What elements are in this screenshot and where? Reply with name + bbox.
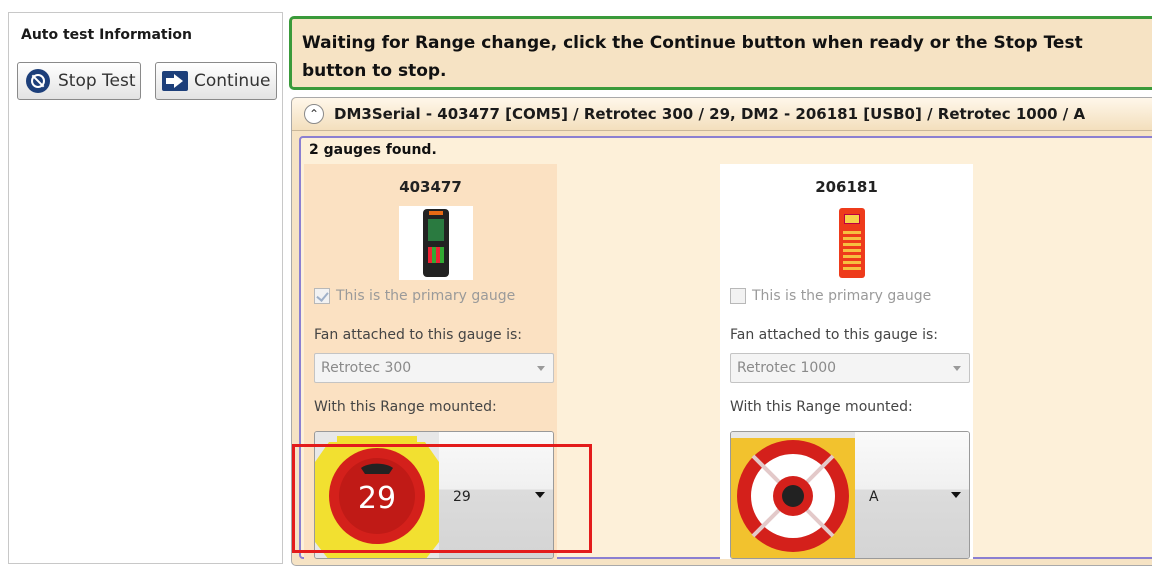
primary-gauge-checkbox[interactable]: This is the primary gauge — [314, 288, 515, 304]
range-label: With this Range mounted: — [314, 399, 497, 415]
range-a-ring-image — [731, 432, 855, 558]
fan-select[interactable]: Retrotec 1000 — [730, 353, 970, 383]
gauge-id: 403477 — [399, 178, 462, 196]
fan-select-value: Retrotec 1000 — [737, 360, 837, 376]
primary-gauge-label: This is the primary gauge — [336, 288, 516, 304]
device-panel-title: DM3Serial - 403477 [COM5] / Retrotec 300… — [334, 105, 1086, 123]
fan-select-value: Retrotec 300 — [321, 360, 412, 376]
range-select[interactable]: A — [730, 431, 970, 559]
dropdown-arrow-icon[interactable] — [951, 492, 961, 498]
range-label: With this Range mounted: — [730, 399, 913, 415]
status-message: Waiting for Range change, click the Cont… — [302, 33, 1083, 81]
stop-test-label: Stop Test — [58, 71, 136, 91]
dropdown-arrow-icon[interactable] — [535, 492, 545, 498]
gauge-id: 206181 — [815, 178, 878, 196]
fan-select[interactable]: Retrotec 300 — [314, 353, 554, 383]
auto-test-window: Auto test Information Stop Test Continue… — [0, 0, 1152, 569]
device-panel: ⌃ DM3Serial - 403477 [COM5] / Retrotec 3… — [291, 97, 1152, 566]
gauge-card-206181: 206181 This is the primary gauge Fan att… — [720, 164, 973, 559]
range-dropdown[interactable]: 29 — [439, 432, 553, 558]
dm2-gauge-image — [815, 206, 889, 280]
checkbox-checked-icon[interactable] — [314, 288, 330, 304]
stop-test-button[interactable]: Stop Test — [17, 62, 141, 100]
range-value: A — [869, 489, 879, 505]
gauges-found-text: 2 gauges found. — [309, 142, 437, 158]
checkbox-unchecked-icon[interactable] — [730, 288, 746, 304]
range-29-plate-image: 29 — [315, 432, 439, 558]
chevron-down-icon — [953, 366, 961, 371]
range-badge: 29 — [358, 481, 396, 516]
range-dropdown[interactable]: A — [855, 432, 969, 558]
device-panel-header[interactable]: ⌃ DM3Serial - 403477 [COM5] / Retrotec 3… — [292, 98, 1152, 131]
gauge-card-403477: 403477 This is the primary gauge Fan att… — [304, 164, 557, 559]
chevron-down-icon — [537, 366, 545, 371]
continue-button[interactable]: Continue — [155, 62, 277, 100]
continue-label: Continue — [194, 71, 271, 91]
status-message-banner: Waiting for Range change, click the Cont… — [289, 16, 1152, 90]
range-select[interactable]: 29 29 — [314, 431, 554, 559]
range-value: 29 — [453, 489, 471, 505]
primary-gauge-label: This is the primary gauge — [752, 288, 932, 304]
panel-title: Auto test Information — [21, 27, 192, 43]
auto-test-info-panel: Auto test Information Stop Test Continue — [8, 12, 283, 564]
chevron-up-icon[interactable]: ⌃ — [304, 104, 324, 124]
arrow-right-icon — [162, 71, 188, 91]
fan-label: Fan attached to this gauge is: — [730, 327, 939, 343]
gauges-area: 2 gauges found. 403477 This is the prima… — [299, 136, 1152, 559]
stop-icon — [26, 69, 50, 93]
primary-gauge-checkbox[interactable]: This is the primary gauge — [730, 288, 931, 304]
dm3-gauge-image — [399, 206, 473, 280]
fan-label: Fan attached to this gauge is: — [314, 327, 523, 343]
